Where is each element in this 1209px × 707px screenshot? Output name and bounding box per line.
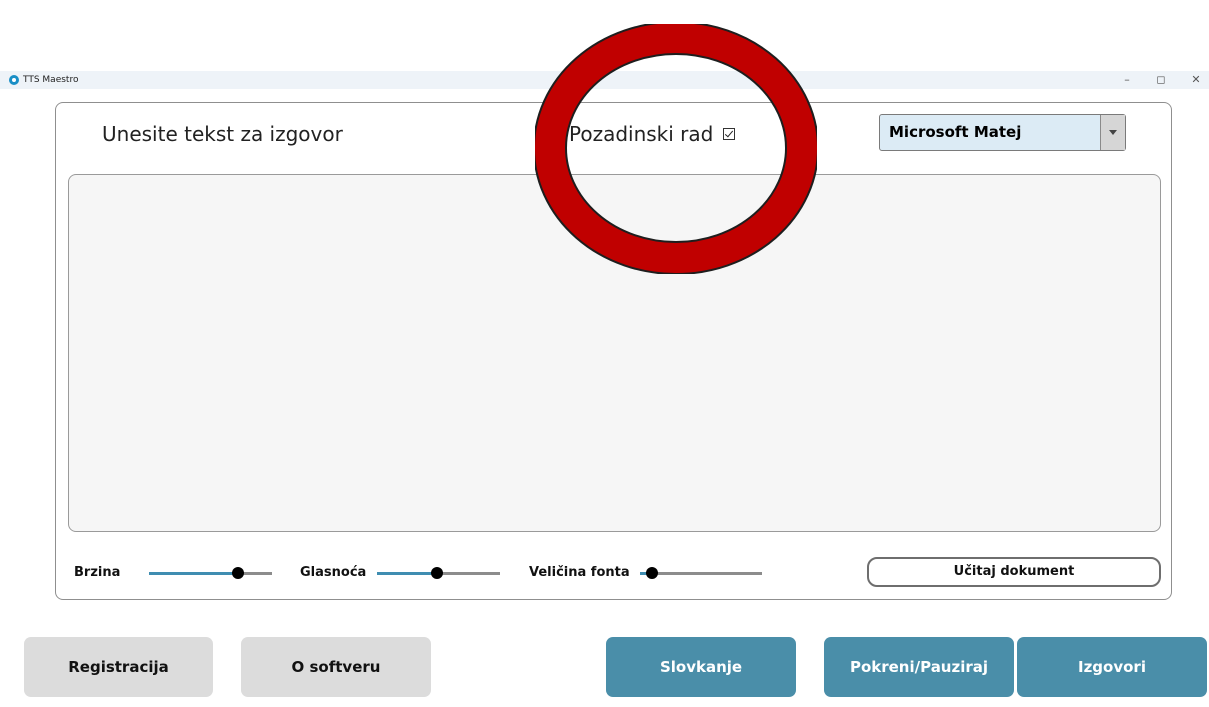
speed-slider-fill	[149, 572, 238, 575]
spelling-button[interactable]: Slovkanje	[606, 637, 796, 697]
volume-slider-fill	[377, 572, 437, 575]
minimize-button[interactable]: –	[1113, 71, 1141, 89]
speed-label: Brzina	[74, 565, 121, 580]
registration-button[interactable]: Registracija	[24, 637, 213, 697]
volume-slider[interactable]	[377, 567, 500, 579]
close-button[interactable]: ✕	[1182, 71, 1209, 89]
chevron-down-icon[interactable]	[1100, 115, 1125, 150]
speak-button[interactable]: Izgovori	[1017, 637, 1207, 697]
window-title: TTS Maestro	[23, 75, 79, 85]
play-pause-button[interactable]: Pokreni/Pauziraj	[824, 637, 1014, 697]
speed-slider-thumb[interactable]	[232, 567, 244, 579]
speed-slider[interactable]	[149, 567, 272, 579]
volume-slider-thumb[interactable]	[431, 567, 443, 579]
load-document-button[interactable]: Učitaj dokument	[867, 557, 1161, 587]
volume-label: Glasnoća	[300, 565, 367, 580]
voice-select-value: Microsoft Matej	[889, 123, 1022, 141]
font-size-slider[interactable]	[640, 567, 762, 579]
highlight-ring	[535, 24, 817, 274]
voice-select[interactable]: Microsoft Matej	[879, 114, 1126, 151]
app-logo-icon	[9, 75, 19, 85]
prompt-label: Unesite tekst za izgovor	[102, 122, 343, 146]
font-size-label: Veličina fonta	[529, 565, 630, 580]
font-size-slider-thumb[interactable]	[646, 567, 658, 579]
maximize-button[interactable]: ◻	[1147, 71, 1175, 89]
about-button[interactable]: O softveru	[241, 637, 431, 697]
